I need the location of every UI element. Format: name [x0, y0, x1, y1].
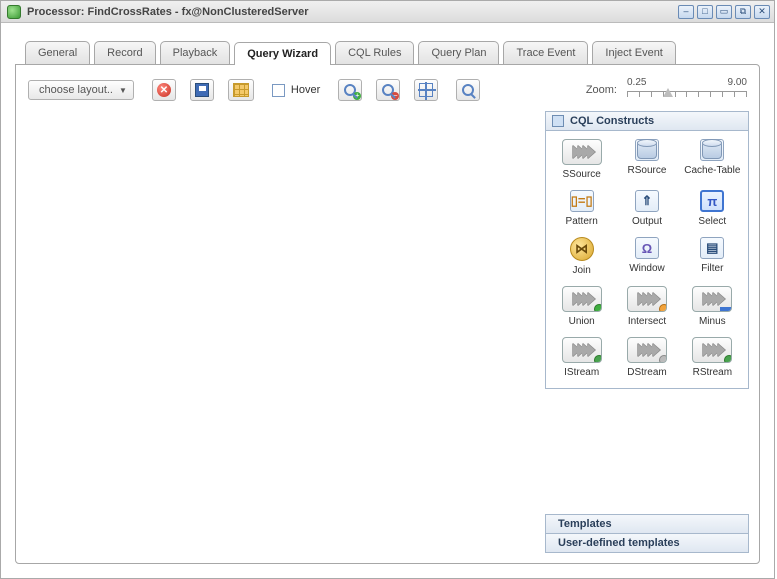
construct-istream[interactable]: IStream	[550, 337, 613, 378]
zoom-slider-group: Zoom: 0.25 9.00	[586, 77, 747, 103]
constructs-title: CQL Constructs	[570, 115, 654, 127]
save-icon	[195, 83, 209, 97]
construct-label: Cache-Table	[684, 165, 740, 176]
zoom-fit-button[interactable]	[414, 79, 438, 101]
construct-filter[interactable]: ▤Filter	[681, 237, 744, 276]
construct-label: Select	[698, 216, 726, 227]
save-button[interactable]	[190, 79, 214, 101]
construct-label: Join	[572, 265, 590, 276]
tab-trace-event[interactable]: Trace Event	[503, 41, 588, 64]
clear-button[interactable]: ✕	[152, 79, 176, 101]
user-templates-header[interactable]: User-defined templates	[545, 534, 749, 553]
stop-icon: ✕	[157, 83, 171, 97]
zoom-label: Zoom:	[586, 84, 617, 96]
zoom-slider-thumb[interactable]	[663, 88, 673, 97]
tab-record[interactable]: Record	[94, 41, 155, 64]
construct-label: Minus	[699, 316, 726, 327]
tab-playback[interactable]: Playback	[160, 41, 231, 64]
zoom-slider[interactable]	[627, 91, 747, 103]
tab-query-plan[interactable]: Query Plan	[418, 41, 499, 64]
layout-select-text: choose layout..	[39, 84, 113, 96]
templates-header[interactable]: Templates	[545, 514, 749, 534]
zoom-out-button[interactable]: −	[376, 79, 400, 101]
minimize-button[interactable]: –	[678, 5, 694, 19]
construct-label: SSource	[562, 169, 600, 180]
construct-output[interactable]: ⇑Output	[615, 190, 678, 227]
tab-general[interactable]: General	[25, 41, 90, 64]
detach-button[interactable]: ⧉	[735, 5, 751, 19]
constructs-grid: SSource RSource Cache-Table ▯=▯Pattern⇑Outp…	[545, 131, 749, 389]
hover-label: Hover	[291, 84, 320, 96]
window-controls: – □ ▭ ⧉ ✕	[678, 5, 770, 19]
construct-label: Union	[569, 316, 595, 327]
construct-cachetable[interactable]: Cache-Table	[681, 139, 744, 180]
design-canvas[interactable]	[26, 111, 545, 553]
hover-checkbox[interactable]	[272, 84, 285, 97]
construct-rstream[interactable]: RStream	[681, 337, 744, 378]
chevron-down-icon: ▼	[119, 86, 127, 95]
zoom-max: 9.00	[728, 77, 747, 88]
construct-label: Output	[632, 216, 662, 227]
zoom-out-icon: −	[382, 84, 394, 96]
restore-button[interactable]: □	[697, 5, 713, 19]
user-templates-title: User-defined templates	[558, 537, 680, 549]
construct-rsource[interactable]: RSource	[615, 139, 678, 180]
zoom-in-button[interactable]: +	[338, 79, 362, 101]
window-title: Processor: FindCrossRates - fx@NonCluste…	[27, 6, 309, 18]
toolbar: choose layout.. ▼ ✕ Hover	[26, 75, 749, 111]
zoom-in-icon: +	[344, 84, 356, 96]
titlebar: Processor: FindCrossRates - fx@NonCluste…	[1, 1, 774, 23]
maximize-button[interactable]: ▭	[716, 5, 732, 19]
construct-window[interactable]: ΩWindow	[615, 237, 678, 276]
construct-join[interactable]: ⋈Join	[550, 237, 613, 276]
construct-label: RSource	[628, 165, 667, 176]
palette: CQL Constructs SSource RSource Cache-Table…	[545, 111, 749, 553]
tab-query-wizard[interactable]: Query Wizard	[234, 42, 331, 65]
construct-union[interactable]: Union	[550, 286, 613, 327]
grid-button[interactable]	[228, 79, 254, 101]
layout-select[interactable]: choose layout.. ▼	[28, 80, 134, 100]
tab-inject-event[interactable]: Inject Event	[592, 41, 675, 64]
app-icon	[7, 5, 21, 19]
construct-intersect[interactable]: Intersect	[615, 286, 678, 327]
construct-ssource[interactable]: SSource	[550, 139, 613, 180]
grid-icon	[233, 83, 249, 97]
zoom-fit-icon	[419, 83, 433, 97]
query-wizard-panel: choose layout.. ▼ ✕ Hover	[15, 64, 760, 564]
constructs-icon	[552, 115, 564, 127]
tab-strip: General Record Playback Query Wizard CQL…	[15, 41, 760, 64]
zoom-min: 0.25	[627, 77, 646, 88]
construct-label: RStream	[693, 367, 732, 378]
construct-label: Intersect	[628, 316, 666, 327]
construct-select[interactable]: πSelect	[681, 190, 744, 227]
construct-label: Filter	[701, 263, 723, 274]
tab-cql-rules[interactable]: CQL Rules	[335, 41, 414, 64]
zoom-tool-button[interactable]	[456, 79, 480, 101]
hover-toggle[interactable]: Hover	[272, 84, 320, 97]
zoom-icon	[462, 84, 474, 96]
construct-label: DStream	[627, 367, 666, 378]
construct-label: Window	[629, 263, 665, 274]
construct-label: Pattern	[566, 216, 598, 227]
construct-dstream[interactable]: DStream	[615, 337, 678, 378]
processor-window: Processor: FindCrossRates - fx@NonCluste…	[0, 0, 775, 579]
templates-title: Templates	[558, 518, 612, 530]
construct-pattern[interactable]: ▯=▯Pattern	[550, 190, 613, 227]
close-button[interactable]: ✕	[754, 5, 770, 19]
construct-label: IStream	[564, 367, 599, 378]
constructs-header[interactable]: CQL Constructs	[545, 111, 749, 131]
construct-minus[interactable]: Minus	[681, 286, 744, 327]
